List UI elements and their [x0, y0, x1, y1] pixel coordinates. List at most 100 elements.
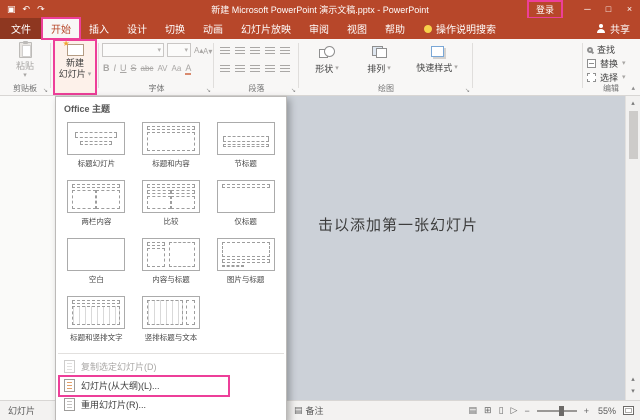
tab-review[interactable]: 审阅 — [300, 18, 338, 39]
shapes-label: 形状 — [315, 62, 333, 75]
bullets-icon[interactable] — [220, 47, 230, 55]
tab-view[interactable]: 视图 — [338, 18, 376, 39]
zoom-slider-thumb[interactable] — [559, 406, 564, 416]
layout-thumbnail — [217, 122, 275, 155]
zoom-in-button[interactable]: + — [584, 406, 589, 416]
line-spacing-icon[interactable] — [280, 47, 290, 55]
align-right-icon[interactable] — [250, 65, 260, 73]
chevron-down-icon: ▾ — [335, 65, 339, 72]
redo-icon[interactable]: ↷ — [37, 4, 45, 15]
minimize-button[interactable]: ─ — [577, 0, 598, 18]
strikethrough-button[interactable]: abc — [141, 64, 154, 73]
paste-button[interactable]: 粘贴 ▾ — [7, 42, 43, 79]
layout-option-title-and-vertical-text[interactable]: 标题和竖排文字 — [59, 291, 134, 349]
italic-button[interactable]: I — [114, 63, 117, 73]
numbering-icon[interactable] — [235, 47, 245, 55]
notes-button[interactable]: ▤ 备注 — [294, 404, 324, 417]
zoom-out-button[interactable]: − — [524, 406, 529, 416]
layout-option-content-with-caption[interactable]: 内容与标题 — [134, 233, 209, 291]
fit-slide-button[interactable] — [623, 406, 634, 415]
align-left-icon[interactable] — [220, 65, 230, 73]
normal-view-button[interactable]: ▤ — [469, 405, 478, 416]
paragraph-toolbar-row1 — [220, 47, 290, 55]
layout-option-title-only[interactable]: 仅标题 — [208, 175, 283, 233]
underline-button[interactable]: U — [120, 63, 127, 73]
dialog-launcher-icon[interactable]: ↘ — [291, 87, 296, 94]
arrange-label: 排列 — [367, 62, 385, 75]
indent-increase-icon[interactable] — [265, 47, 275, 55]
align-center-icon[interactable] — [235, 65, 245, 73]
dialog-launcher-icon[interactable]: ↘ — [43, 87, 48, 94]
tab-transitions[interactable]: 切换 — [156, 18, 194, 39]
shadow-button[interactable]: S — [131, 63, 137, 73]
scrollbar-thumb[interactable] — [629, 111, 638, 159]
layout-label: 空白 — [89, 274, 104, 285]
layout-option-picture-with-caption[interactable]: 图片与标题 — [208, 233, 283, 291]
layout-option-blank[interactable]: 空白 — [59, 233, 134, 291]
menu-item-duplicate-selected-slides[interactable]: 复制选定幻灯片(D) — [56, 357, 286, 376]
justify-icon[interactable] — [265, 65, 275, 73]
tab-animations[interactable]: 动画 — [194, 18, 232, 39]
tab-design[interactable]: 设计 — [118, 18, 156, 39]
tell-me-search[interactable]: 操作说明搜索 — [414, 18, 506, 39]
indent-decrease-icon[interactable] — [250, 47, 260, 55]
collapse-ribbon-icon[interactable]: ▴ — [631, 84, 635, 92]
vertical-scrollbar[interactable]: ▴ ▴ ▾ — [625, 96, 640, 400]
font-size-combo[interactable]: ▾ — [167, 43, 191, 57]
shrink-font-icon[interactable]: A▾ — [203, 47, 212, 56]
replace-button[interactable]: 替换 ▾ — [587, 57, 626, 70]
reuse-slides-icon — [64, 398, 75, 411]
tab-slideshow[interactable]: 幻灯片放映 — [232, 18, 300, 39]
quick-styles-button[interactable]: 快速样式▾ — [406, 46, 468, 74]
shapes-button[interactable]: 形状▾ — [304, 46, 350, 75]
layout-option-comparison[interactable]: 比较 — [134, 175, 209, 233]
change-case-button[interactable]: Aa — [172, 64, 182, 73]
maximize-button[interactable]: □ — [598, 0, 619, 18]
layout-option-vertical-title-and-text[interactable]: 竖排标题与文本 — [134, 291, 209, 349]
duplicate-slide-icon — [64, 360, 75, 373]
tab-help[interactable]: 帮助 — [376, 18, 414, 39]
bold-button[interactable]: B — [103, 63, 110, 73]
zoom-slider[interactable] — [537, 410, 577, 412]
columns-icon[interactable] — [280, 65, 290, 73]
find-button[interactable]: 查找 — [587, 43, 615, 56]
save-icon[interactable]: ▣ — [7, 4, 16, 15]
layout-option-two-content[interactable]: 两栏内容 — [59, 175, 134, 233]
layout-option-title-slide[interactable]: 标题幻灯片 — [59, 117, 134, 175]
scroll-up-icon[interactable]: ▴ — [626, 99, 640, 107]
reading-view-button[interactable]: ▯ — [499, 405, 504, 416]
font-name-combo[interactable]: ▾ — [102, 43, 164, 57]
share-button[interactable]: 共享 — [586, 18, 640, 39]
dialog-launcher-icon[interactable]: ↘ — [465, 87, 470, 94]
chevron-down-icon: ▾ — [622, 60, 626, 67]
layout-option-title-and-content[interactable]: 标题和内容 — [134, 117, 209, 175]
undo-icon[interactable]: ↶ — [23, 4, 31, 15]
menu-item-reuse-slides[interactable]: 重用幻灯片(R)... — [56, 395, 286, 414]
arrange-button[interactable]: 排列▾ — [356, 46, 402, 75]
tab-file[interactable]: 文件 — [0, 18, 42, 39]
layout-label: 标题和竖排文字 — [70, 332, 123, 343]
group-separator — [213, 43, 214, 88]
tab-home[interactable]: 开始 — [42, 18, 80, 39]
new-slide-button[interactable]: ★ 新建 幻灯片 ▾ — [55, 41, 95, 93]
layout-thumbnail — [142, 238, 200, 271]
tab-insert[interactable]: 插入 — [80, 18, 118, 39]
sign-in-button[interactable]: 登录 — [529, 2, 561, 17]
menu-item-slides-from-outline[interactable]: 幻灯片(从大纲)(L)... — [56, 376, 286, 395]
font-color-button[interactable]: A — [185, 64, 191, 75]
dialog-launcher-icon[interactable]: ↘ — [206, 87, 211, 94]
layout-option-section-header[interactable]: 节标题 — [208, 117, 283, 175]
previous-slide-button[interactable]: ▴ — [626, 375, 640, 383]
grow-font-icon[interactable]: A▴ — [194, 46, 203, 55]
layout-label: 标题和内容 — [152, 158, 190, 169]
click-to-add-slide-text[interactable]: 击以添加第一张幻灯片 — [318, 214, 478, 235]
zoom-percentage[interactable]: 55% — [596, 406, 616, 416]
next-slide-button[interactable]: ▾ — [626, 387, 640, 395]
slide-sorter-view-button[interactable]: ⊞ — [484, 405, 492, 416]
close-button[interactable]: × — [619, 0, 640, 18]
layout-label: 图片与标题 — [227, 274, 265, 285]
slideshow-button[interactable]: ▷ — [511, 405, 518, 416]
layout-label: 标题幻灯片 — [78, 158, 116, 169]
character-spacing-button[interactable]: AV — [157, 64, 167, 73]
ribbon: 粘贴 ▾ 剪贴板 ↘ ★ 新建 幻灯片 ▾ ▾ ▾ A▴ A▾ B I — [0, 39, 640, 96]
